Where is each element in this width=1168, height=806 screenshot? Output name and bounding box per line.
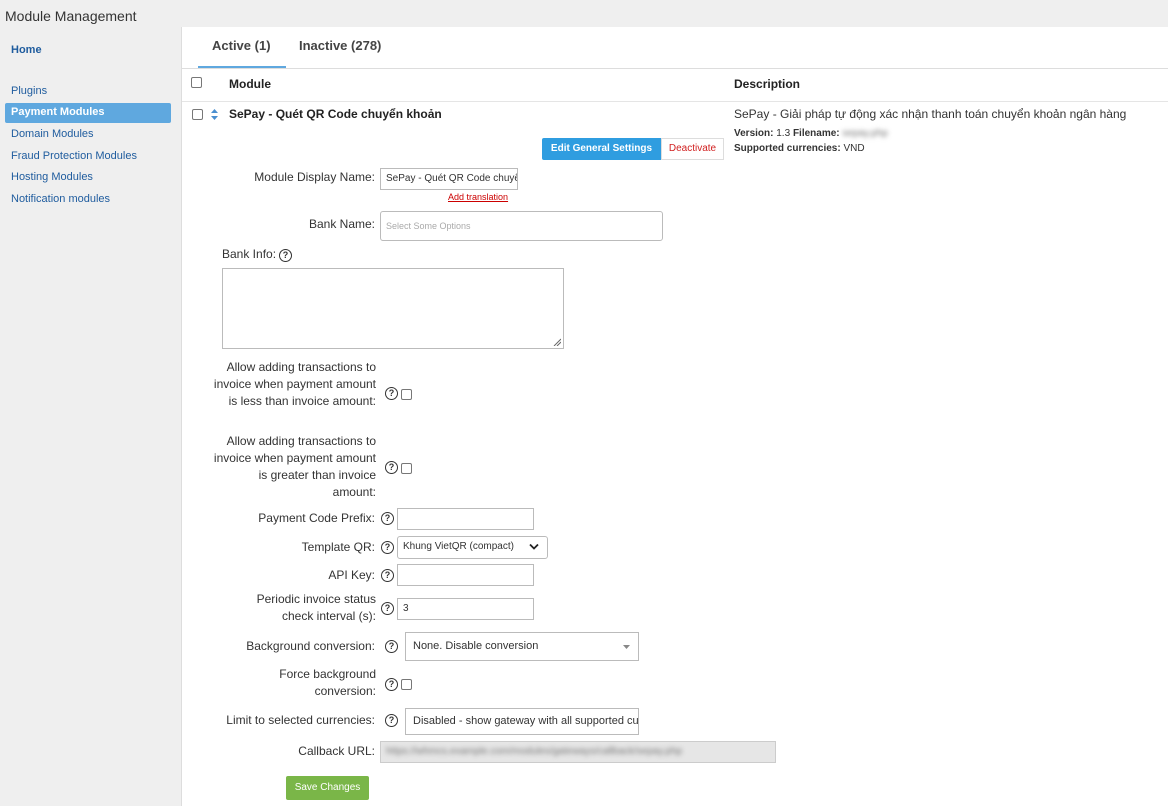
force-bg-label: Force background conversion: [279,667,376,698]
help-icon[interactable]: ? [385,678,398,691]
api-key-input[interactable] [397,564,534,586]
payment-code-prefix-label: Payment Code Prefix: [258,511,375,525]
module-version-line: Version: 1.3 Filename: sepay.php [734,128,888,139]
allow-greater-checkbox[interactable] [401,463,412,474]
module-checkbox[interactable] [192,109,203,120]
table-header: Module Description [182,69,1168,102]
module-name: SePay - Quét QR Code chuyển khoản [229,107,442,121]
module-currencies-line: Supported currencies: VND [734,143,865,154]
tab-active[interactable]: Active (1) [212,38,271,53]
version-value: 1.3 [776,128,791,139]
column-module: Module [229,77,271,91]
add-translation-link[interactable]: Add translation [448,192,508,202]
template-qr-label: Template QR: [301,540,375,554]
template-qr-select[interactable]: Khung VietQR (compact) [397,536,548,559]
allow-greater-label: Allow adding transactions to invoice whe… [213,434,376,499]
currencies-label: Supported currencies: [734,143,841,154]
callback-url-value: https://whmcs.example.com/modules/gatewa… [386,746,683,757]
allow-less-label: Allow adding transactions to invoice whe… [213,360,376,408]
sidebar-item-plugins[interactable]: Plugins [11,85,47,97]
active-tab-indicator [198,66,286,68]
display-name-label: Module Display Name: [254,170,375,184]
version-label: Version: [734,128,774,139]
filename-label: Filename: [792,128,840,139]
payment-code-prefix-input[interactable] [397,508,534,530]
tab-bar: Active (1) Inactive (278) [182,27,1168,69]
help-icon[interactable]: ? [385,640,398,653]
help-icon[interactable]: ? [381,541,394,554]
force-bg-checkbox[interactable] [401,679,412,690]
bank-name-select[interactable]: Select Some Options [380,211,663,241]
help-icon[interactable]: ? [381,512,394,525]
resize-handle-icon[interactable] [553,338,561,346]
main-panel: Active (1) Inactive (278) Module Descrip… [181,27,1168,806]
currencies-value: VND [843,143,865,154]
sidebar-item-hosting-modules[interactable]: Hosting Modules [11,171,93,183]
bg-conversion-label: Background conversion: [246,639,375,653]
column-description: Description [734,77,801,91]
tab-inactive[interactable]: Inactive (278) [299,38,381,53]
select-all-checkbox[interactable] [191,77,202,88]
help-icon[interactable]: ? [381,602,394,615]
sort-icon[interactable] [211,109,218,120]
bank-name-placeholder: Select Some Options [386,221,471,231]
bank-info-textarea[interactable] [222,268,564,349]
limit-currencies-label: Limit to selected currencies: [226,713,375,727]
bank-info-label: Bank Info: [222,247,277,261]
save-changes-button[interactable]: Save Changes [286,776,369,800]
sidebar-item-notification-modules[interactable]: Notification modules [11,193,110,205]
sidebar-item-fraud-protection-modules[interactable]: Fraud Protection Modules [11,150,137,162]
bg-conversion-select[interactable]: None. Disable conversion [405,632,639,661]
help-icon[interactable]: ? [385,461,398,474]
edit-general-settings-button[interactable]: Edit General Settings [542,138,661,160]
callback-url-label: Callback URL: [298,744,375,758]
sidebar-item-payment-modules[interactable]: Payment Modules [5,103,171,123]
bank-name-label: Bank Name: [308,217,375,231]
limit-currencies-select[interactable]: Disabled - show gateway with all support… [405,708,639,735]
interval-input[interactable]: 3 [397,598,534,620]
help-icon[interactable]: ? [279,249,292,262]
display-name-input[interactable]: SePay - Quét QR Code chuyển khoản [380,168,518,190]
allow-less-checkbox[interactable] [401,389,412,400]
callback-url-input[interactable]: https://whmcs.example.com/modules/gatewa… [380,741,776,763]
module-description: SePay - Giải pháp tự động xác nhận thanh… [734,107,1127,121]
bg-conversion-value: None. Disable conversion [413,640,539,652]
filename-value: sepay.php [842,128,888,139]
sidebar-item-domain-modules[interactable]: Domain Modules [11,128,94,140]
sidebar-item-label: Payment Modules [11,106,105,118]
caret-down-icon [623,645,630,649]
help-icon[interactable]: ? [385,387,398,400]
deactivate-button[interactable]: Deactivate [661,138,724,160]
help-icon[interactable]: ? [385,714,398,727]
chevron-down-icon [529,543,539,550]
interval-label: Periodic invoice status check interval (… [256,592,376,623]
help-icon[interactable]: ? [381,569,394,582]
sidebar-item-home[interactable]: Home [11,44,42,56]
page-title: Module Management [5,8,137,24]
template-qr-value: Khung VietQR (compact) [403,541,514,552]
api-key-label: API Key: [328,568,375,582]
limit-currencies-value: Disabled - show gateway with all support… [413,715,639,727]
